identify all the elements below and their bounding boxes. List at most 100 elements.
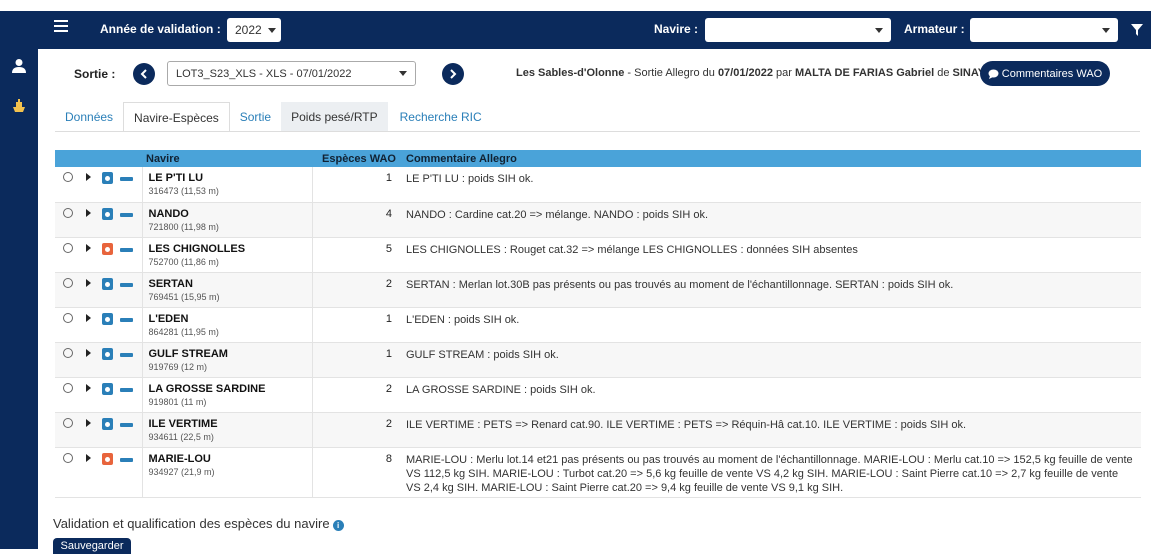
especes-count: 8 xyxy=(312,447,400,498)
clipboard-icon[interactable] xyxy=(102,347,113,360)
boat-icon xyxy=(120,247,133,252)
year-label: Année de validation : xyxy=(100,22,221,36)
commentaire-cell: LA GROSSE SARDINE : poids SIH ok. xyxy=(400,377,1141,413)
clipboard-icon[interactable] xyxy=(102,277,113,290)
navire-especes-table: Navire Espèces WAO Commentaire Allegro L… xyxy=(55,150,1141,498)
table-row[interactable]: NANDO 721800 (11,98 m) 4 NANDO : Cardine ca… xyxy=(55,202,1141,238)
table-row[interactable]: MARIE-LOU 934927 (21,9 m) 8 MARIE-LOU : Mer… xyxy=(55,447,1141,498)
header-commentaire-allegro: Commentaire Allegro xyxy=(400,150,1141,167)
row-select-radio[interactable] xyxy=(63,347,73,358)
year-value: 2022 xyxy=(235,23,262,37)
clipboard-icon[interactable] xyxy=(102,312,113,325)
filter-icon[interactable] xyxy=(1131,24,1143,36)
row-select-radio[interactable] xyxy=(63,452,73,463)
armateur-select[interactable] xyxy=(970,18,1118,42)
especes-count: 1 xyxy=(312,342,400,378)
boat-icon xyxy=(120,317,133,322)
vessel-id: 721800 (11,98 m) xyxy=(148,221,219,232)
clipboard-icon[interactable] xyxy=(102,207,113,220)
row-select-radio[interactable] xyxy=(63,172,73,182)
vessel-name: L'EDEN xyxy=(148,312,189,325)
sortie-person: MALTA DE FARIAS Gabriel xyxy=(795,67,935,79)
validation-title-text: Validation et qualification des espèces … xyxy=(53,516,330,531)
boat-icon xyxy=(120,422,133,427)
tab-poids-pese-rtp[interactable]: Poids pesé/RTP xyxy=(281,102,388,132)
expand-row-icon[interactable] xyxy=(86,278,91,287)
clipboard-icon[interactable] xyxy=(102,417,113,430)
table-row[interactable]: ILE VERTIME 934611 (22,5 m) 2 ILE VERTIME :… xyxy=(55,412,1141,448)
comment-icon xyxy=(988,69,999,79)
header-cell xyxy=(120,150,142,167)
menu-icon[interactable] xyxy=(54,20,68,32)
vessel-id: 934927 (21,9 m) xyxy=(148,466,215,477)
expand-row-icon[interactable] xyxy=(86,348,91,357)
comments-wao-button[interactable]: Commentaires WAO xyxy=(980,61,1110,86)
sortie-info-text: - Sortie Allegro du xyxy=(624,67,718,79)
sortie-select[interactable]: LOT3_S23_XLS - XLS - 07/01/2022 xyxy=(167,61,416,86)
header-cell xyxy=(55,150,80,167)
table-row[interactable]: LE P'TI LU 316473 (11,53 m) 1 LE P'TI LU : … xyxy=(55,167,1141,203)
commentaire-cell: L'EDEN : poids SIH ok. xyxy=(400,307,1141,343)
user-icon[interactable] xyxy=(11,58,27,74)
tab-navire-especes[interactable]: Navire-Espèces xyxy=(123,102,230,132)
clipboard-icon[interactable] xyxy=(102,172,113,184)
table-row[interactable]: GULF STREAM 919769 (12 m) 1 GULF STREAM : p… xyxy=(55,342,1141,378)
table-header-row: Navire Espèces WAO Commentaire Allegro xyxy=(55,150,1141,167)
sortie-select-value: LOT3_S23_XLS - XLS - 07/01/2022 xyxy=(176,67,352,80)
table-row[interactable]: SERTAN 769451 (15,95 m) 2 SERTAN : Merlan l… xyxy=(55,272,1141,308)
especes-count: 2 xyxy=(312,412,400,448)
commentaire-cell: SERTAN : Merlan lot.30B pas présents ou … xyxy=(400,272,1141,308)
vessel-id: 919769 (12 m) xyxy=(148,361,208,372)
tab-divider xyxy=(55,131,1140,132)
expand-row-icon[interactable] xyxy=(86,383,91,392)
tab-sortie[interactable]: Sortie xyxy=(230,102,281,132)
row-select-radio[interactable] xyxy=(63,312,73,323)
commentaire-cell: NANDO : Cardine cat.20 => mélange. NANDO… xyxy=(400,202,1141,238)
expand-row-icon[interactable] xyxy=(86,208,91,217)
commentaire-cell: MARIE-LOU : Merlu lot.14 et21 pas présen… xyxy=(400,447,1141,498)
header-cell xyxy=(80,150,102,167)
commentaire-cell: ILE VERTIME : PETS => Renard cat.90. ILE… xyxy=(400,412,1141,448)
row-select-radio[interactable] xyxy=(63,277,73,288)
save-button[interactable]: Sauvegarder xyxy=(53,538,131,554)
sortie-port: Les Sables-d'Olonne xyxy=(516,67,625,79)
expand-row-icon[interactable] xyxy=(86,418,91,427)
left-sidebar xyxy=(0,49,38,549)
especes-count: 2 xyxy=(312,377,400,413)
previous-sortie-button[interactable] xyxy=(133,63,155,85)
info-icon[interactable]: i xyxy=(332,520,344,531)
vessel-name: SERTAN xyxy=(148,277,193,290)
table-row[interactable]: LA GROSSE SARDINE 919801 (11 m) 2 LA GROSSE… xyxy=(55,377,1141,413)
row-select-radio[interactable] xyxy=(63,242,73,253)
navire-label: Navire : xyxy=(654,22,699,36)
sortie-label: Sortie : xyxy=(74,67,116,81)
boat-icon xyxy=(120,387,133,392)
tab-recherche-ric[interactable]: Recherche RIC xyxy=(390,102,492,132)
chevron-down-icon xyxy=(1102,27,1110,33)
chevron-down-icon xyxy=(399,71,407,76)
tab-donnees[interactable]: Données xyxy=(55,102,123,132)
row-select-radio[interactable] xyxy=(63,382,73,393)
table-row[interactable]: LES CHIGNOLLES 752700 (11,86 m) 5 LES CHIGN… xyxy=(55,237,1141,273)
year-select[interactable]: 2022 xyxy=(227,18,281,42)
clipboard-icon[interactable] xyxy=(102,452,113,465)
commentaire-cell: LE P'TI LU : poids SIH ok. xyxy=(400,167,1141,203)
expand-row-icon[interactable] xyxy=(86,173,91,181)
row-select-radio[interactable] xyxy=(63,207,73,218)
ship-icon[interactable] xyxy=(11,98,27,114)
navire-select[interactable] xyxy=(705,18,891,42)
row-select-radio[interactable] xyxy=(63,417,73,428)
clipboard-icon[interactable] xyxy=(102,242,113,255)
next-sortie-button[interactable] xyxy=(442,63,464,85)
vessel-name: NANDO xyxy=(148,207,189,220)
clipboard-icon[interactable] xyxy=(102,382,113,395)
chevron-down-icon xyxy=(267,27,276,33)
table-row[interactable]: L'EDEN 864281 (11,95 m) 1 L'EDEN : poids SI… xyxy=(55,307,1141,343)
chevron-right-icon xyxy=(450,69,457,79)
especes-count: 1 xyxy=(312,167,400,203)
expand-row-icon[interactable] xyxy=(86,243,91,252)
expand-row-icon[interactable] xyxy=(86,453,91,462)
expand-row-icon[interactable] xyxy=(86,313,91,322)
sortie-info-text: par xyxy=(773,67,796,79)
vessel-id: 769451 (15,95 m) xyxy=(148,291,220,302)
